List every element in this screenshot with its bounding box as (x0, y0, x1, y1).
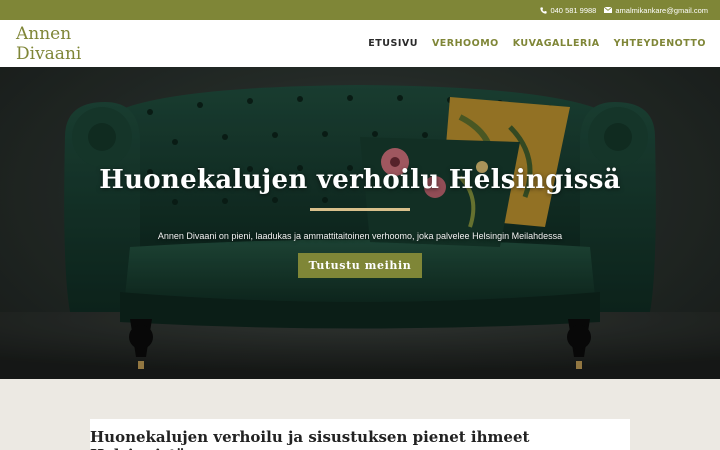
main-nav: ETUSIVU VERHOOMO KUVAGALLERIA YHTEYDENOT… (354, 38, 706, 49)
email-address: amalmikankare@gmail.com (615, 5, 708, 15)
hero-section: Huonekalujen verhoilu Helsingissä Annen … (0, 67, 720, 379)
site-header: Annen Divaani ETUSIVU VERHOOMO KUVAGALLE… (0, 20, 720, 67)
phone-number: 040 581 9988 (550, 5, 597, 15)
nav-verhoomo[interactable]: VERHOOMO (432, 38, 499, 49)
logo-line-2: Divaani (16, 43, 82, 64)
intro-card: Huonekalujen verhoilu ja sisustuksen pie… (90, 419, 630, 450)
nav-etusivu[interactable]: ETUSIVU (368, 38, 418, 49)
phone-contact[interactable]: 040 581 9988 (540, 6, 596, 15)
top-contact-bar: 040 581 9988 amalmikankare@gmail.com (0, 0, 720, 20)
intro-title: Huonekalujen verhoilu ja sisustuksen pie… (90, 428, 530, 450)
logo-line-1: Annen (16, 23, 72, 44)
nav-kuvagalleria[interactable]: KUVAGALLERIA (513, 38, 600, 49)
hero-subtitle: Annen Divaani on pieni, laadukas ja amma… (157, 231, 563, 241)
nav-yhteydenotto[interactable]: YHTEYDENOTTO (614, 38, 706, 49)
email-contact[interactable]: amalmikankare@gmail.com (604, 6, 708, 15)
phone-icon (540, 6, 548, 14)
learn-more-button[interactable]: Tutustu meihin (298, 253, 422, 278)
hero-title: Huonekalujen verhoilu Helsingissä (99, 165, 621, 195)
site-logo[interactable]: Annen Divaani (16, 24, 96, 64)
mail-icon (604, 7, 613, 13)
intro-section: Huonekalujen verhoilu ja sisustuksen pie… (0, 379, 720, 450)
hero-divider (310, 208, 410, 211)
sofa-background-image (0, 67, 720, 379)
